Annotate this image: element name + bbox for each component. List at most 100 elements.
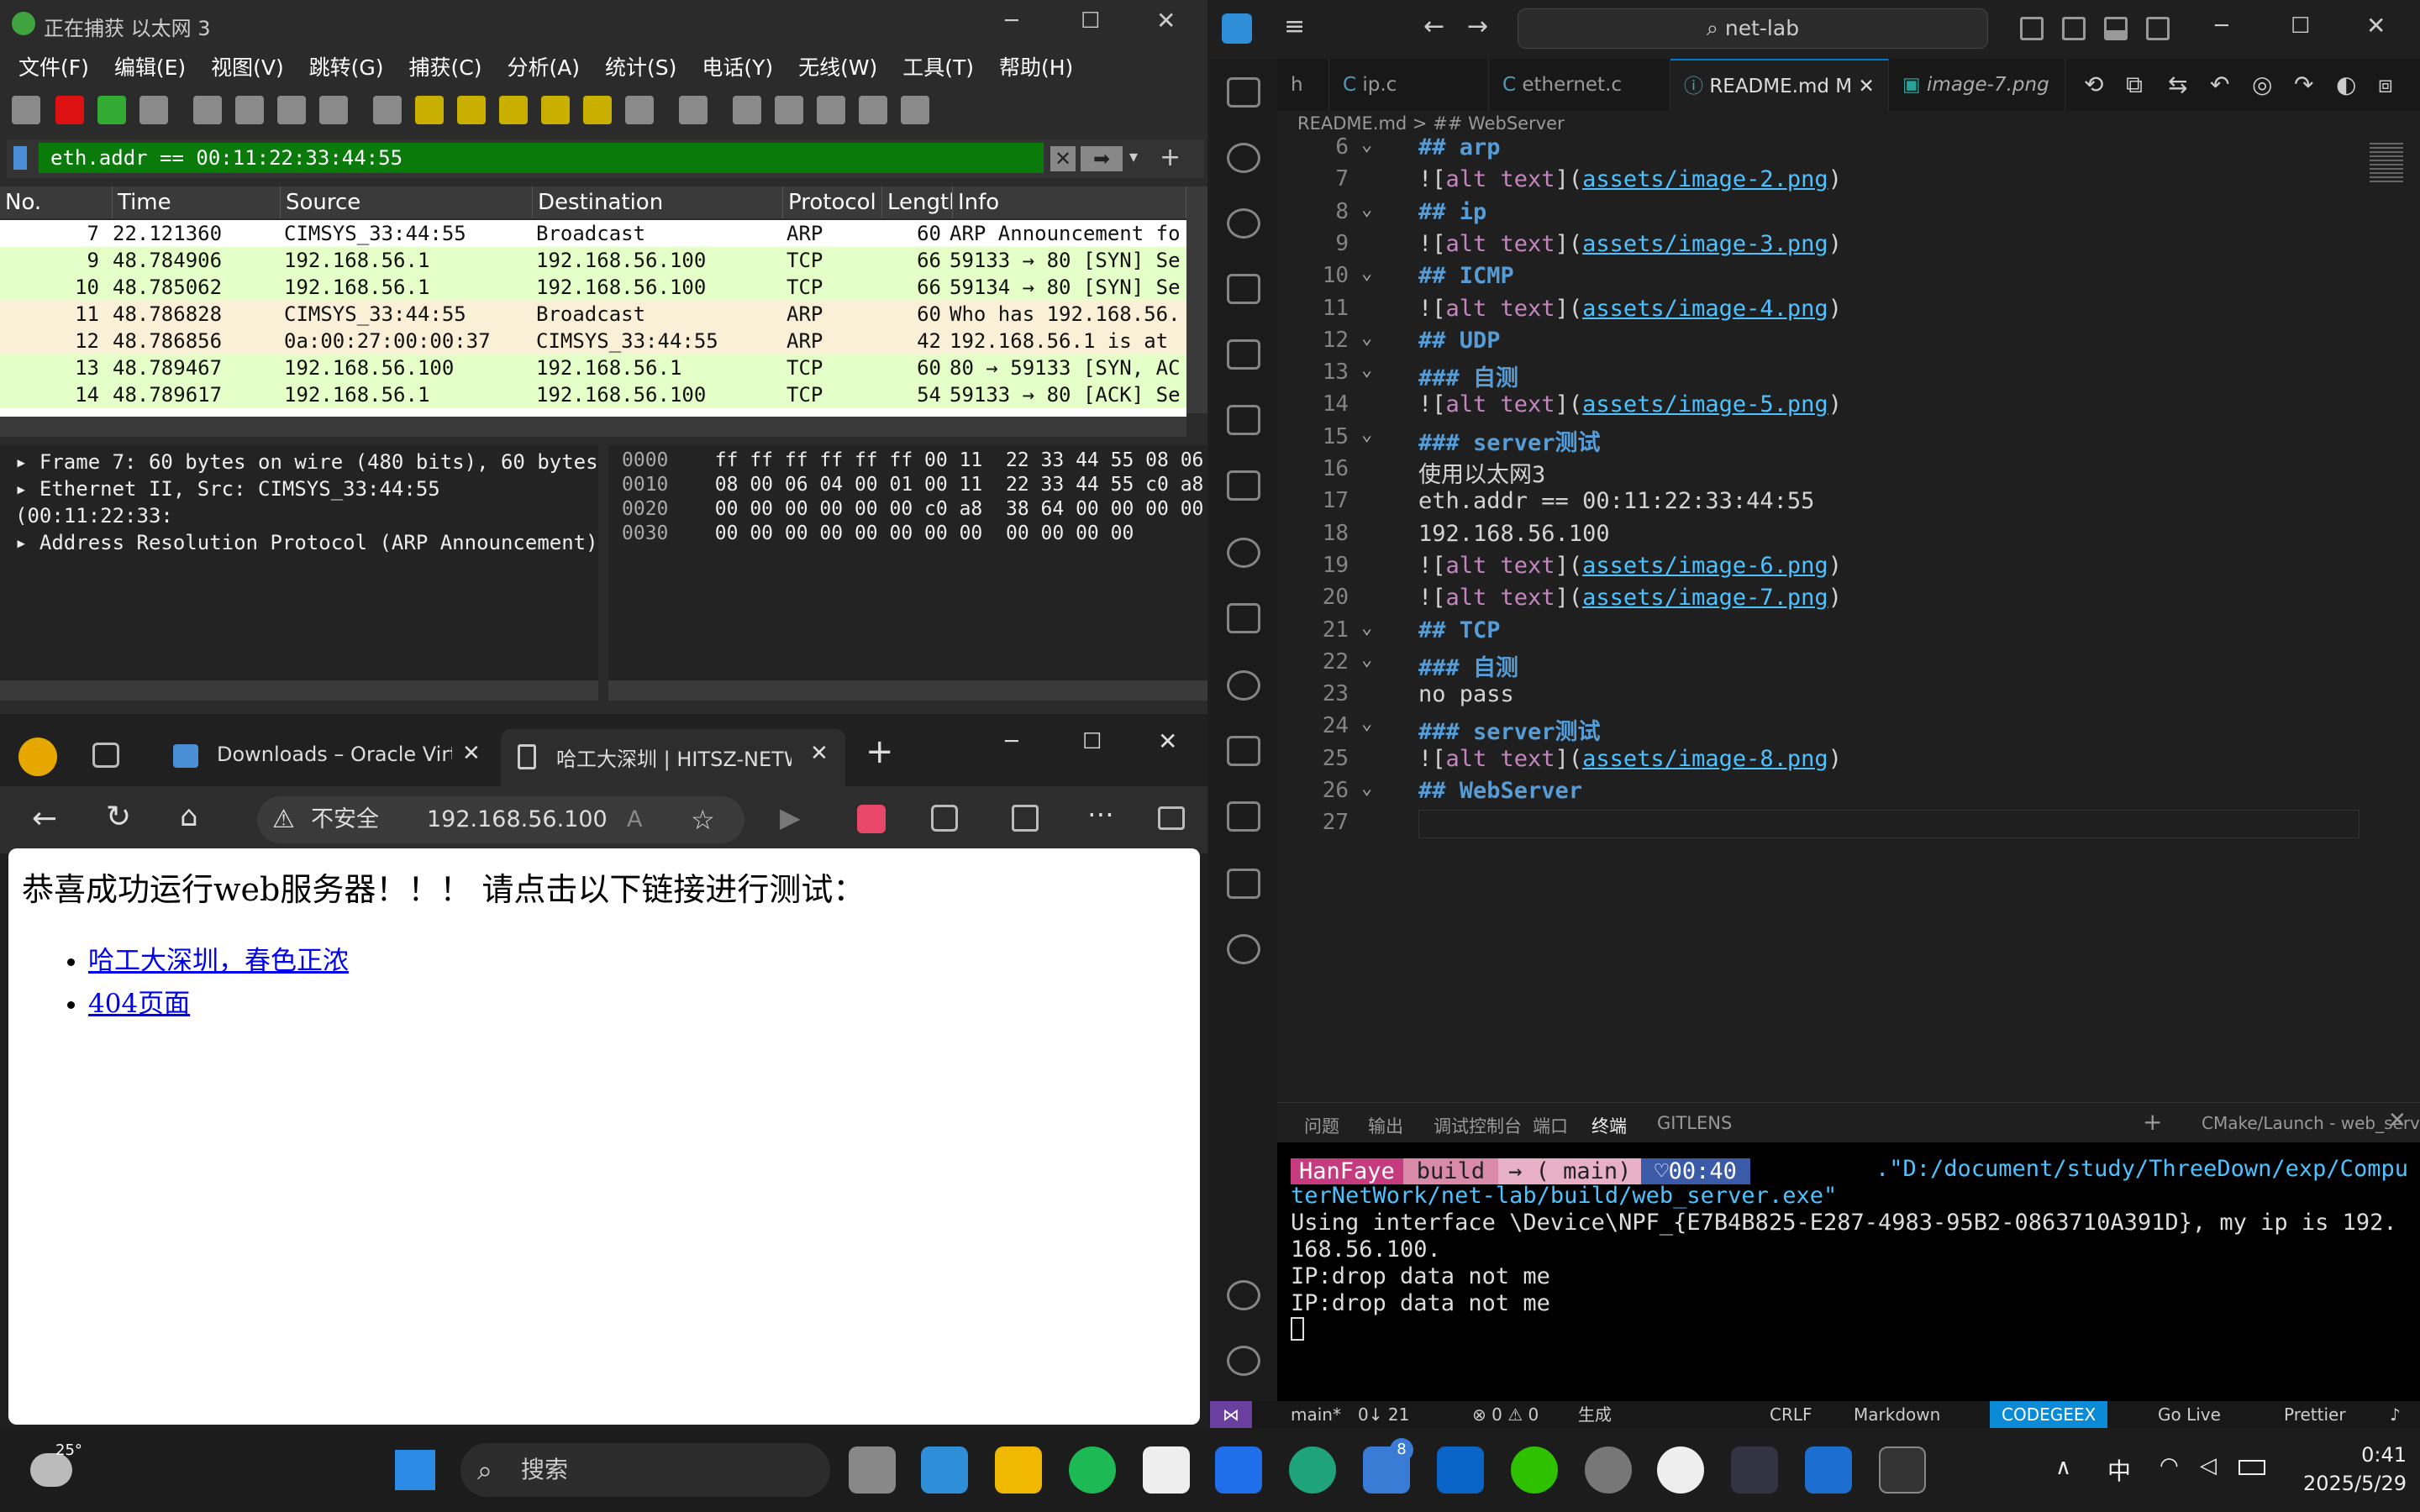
go-live-button[interactable]: Go Live [2158, 1401, 2221, 1428]
source-control-icon[interactable] [1227, 143, 1260, 173]
new-tab-icon[interactable]: + [865, 732, 894, 771]
spotify-icon[interactable] [1069, 1446, 1116, 1494]
toggle-sidebar-icon[interactable] [2062, 17, 2086, 40]
favorite-icon[interactable]: ☆ [691, 796, 715, 843]
column-length[interactable]: Length [882, 186, 953, 218]
column-no[interactable]: No. [0, 186, 113, 218]
go-back-icon[interactable] [415, 96, 444, 124]
fold-chevron-icon[interactable]: ⌄ [1361, 199, 1372, 220]
fold-chevron-icon[interactable]: ⌄ [1361, 328, 1372, 349]
hex-row[interactable]: 0030 00 00 00 00 00 00 00 00 00 00 00 00 [622, 522, 1203, 546]
bookmark-icon[interactable] [13, 146, 27, 170]
terminal-taskbar-icon[interactable] [1879, 1446, 1926, 1494]
explorer-icon[interactable] [1227, 77, 1260, 108]
packet-row[interactable]: 7 22.121360 CIMSYS_33:44:55 Broadcast ARP 60 A… [0, 220, 1186, 247]
close-icon[interactable]: ✕ [1158, 727, 1177, 755]
menu-file[interactable]: 文件(F) [18, 49, 89, 87]
edge-taskbar-icon[interactable] [1289, 1446, 1336, 1494]
zoom-normal-icon[interactable] [817, 96, 845, 124]
cat-app-icon[interactable] [1731, 1446, 1778, 1494]
code-line[interactable]: ![alt text](assets/image-2.png) [1418, 166, 1842, 192]
sync-indicator[interactable]: 0↓ 21 [1358, 1401, 1409, 1428]
tab-image-7[interactable]: ▣ image-7.png [1889, 59, 2065, 111]
manage-gear-icon[interactable] [1227, 1346, 1260, 1376]
restart-capture-icon[interactable] [97, 96, 126, 124]
forward-icon[interactable]: → [1467, 12, 1488, 41]
display-filter-input[interactable]: eth.addr == 00:11:22:33:44:55 [39, 143, 1044, 173]
clock-time[interactable]: 0:41 [2323, 1443, 2407, 1467]
more-icon[interactable]: ⋯ [1087, 798, 1114, 830]
wifi-icon[interactable]: ◠ [2160, 1453, 2179, 1478]
tab-gitlens[interactable]: GITLENS [1657, 1113, 1732, 1133]
editor-area[interactable]: 6 ⌄ ## arp 7 ![alt text](assets/image-2.png)… [1277, 134, 2420, 1100]
preview-icon[interactable]: ◐ [2336, 71, 2356, 98]
file-explorer-icon[interactable] [995, 1446, 1042, 1494]
tab-downloads[interactable]: Downloads – Oracle Virtua [217, 743, 452, 766]
home-icon[interactable]: ⌂ [180, 800, 198, 833]
menu-go[interactable]: 跳转(G) [309, 49, 384, 87]
layout-icon[interactable] [901, 96, 929, 124]
prettier-button[interactable]: Prettier [2284, 1401, 2346, 1428]
close-tab-icon[interactable]: ✕ [1858, 76, 1874, 97]
codegeex-button[interactable]: CODEGEEX [1990, 1401, 2108, 1428]
battery-icon[interactable] [2238, 1460, 2265, 1475]
fold-chevron-icon[interactable]: ⌄ [1361, 263, 1372, 284]
split-screen-icon[interactable] [1012, 805, 1039, 832]
back-icon[interactable]: ← [1423, 12, 1444, 41]
menu-statistics[interactable]: 统计(S) [605, 49, 676, 87]
zoom-in-icon[interactable] [733, 96, 761, 124]
menu-icon[interactable]: ≡ [1284, 12, 1305, 41]
settings-icon[interactable] [1585, 1446, 1632, 1494]
insecure-label[interactable]: 不安全 [311, 796, 379, 843]
codegeex-icon[interactable] [1227, 736, 1260, 766]
ime-indicator[interactable]: 中 [2107, 1453, 2131, 1487]
code-line[interactable]: ![alt text](assets/image-7.png) [1418, 585, 1842, 611]
column-destination[interactable]: Destination [533, 186, 783, 218]
bytes-hscrollbar[interactable] [608, 680, 1207, 701]
build-button[interactable]: 生成 [1578, 1401, 1612, 1428]
testing-icon[interactable] [1227, 470, 1260, 501]
detail-row[interactable]: ▸ Frame 7: 60 bytes on wire (480 bits), … [15, 449, 598, 475]
tab-readme[interactable]: ⓘ README.md M ✕ [1670, 59, 1889, 111]
menu-tools[interactable]: 工具(T) [902, 49, 974, 87]
task-view-icon[interactable] [849, 1446, 896, 1494]
tab-h[interactable]: h [1277, 59, 1329, 111]
wechat-icon[interactable] [1511, 1446, 1558, 1494]
qq-icon[interactable] [1657, 1446, 1704, 1494]
column-source[interactable]: Source [281, 186, 533, 218]
refresh-icon[interactable]: ↻ [106, 800, 131, 834]
layout-icon[interactable] [2020, 17, 2044, 40]
terminal-task-label[interactable]: CMake/Launch - web_server - build [2202, 1113, 2420, 1133]
code-line[interactable]: ![alt text](assets/image-5.png) [1418, 391, 1842, 417]
apply-filter-icon[interactable]: ➡ [1081, 146, 1123, 171]
tab-ports[interactable]: 端口 [1533, 1113, 1568, 1138]
code-line[interactable]: ![alt text](assets/image-4.png) [1418, 296, 1842, 322]
cmake-icon[interactable] [1227, 603, 1260, 633]
fold-chevron-icon[interactable]: ⌄ [1361, 617, 1372, 638]
code-line[interactable] [1418, 810, 2360, 839]
packet-row[interactable]: 11 48.786828 CIMSYS_33:44:55 Broadcast ARP 60… [0, 301, 1186, 328]
code-line[interactable]: ## arp [1418, 134, 1501, 160]
code-line[interactable]: ### 自测 [1418, 649, 1518, 682]
resize-columns-icon[interactable] [859, 96, 887, 124]
typora-icon[interactable] [1143, 1446, 1190, 1494]
code-line[interactable]: 使用以太网3 [1418, 456, 1545, 489]
vscode-taskbar-icon[interactable] [921, 1446, 968, 1494]
hitsz-link[interactable]: 哈工大深圳，春色正浓 [88, 946, 349, 976]
tab-output[interactable]: 输出 [1368, 1113, 1403, 1138]
eol-indicator[interactable]: CRLF [1770, 1401, 1812, 1428]
menu-analyze[interactable]: 分析(A) [507, 49, 580, 87]
capture-options-icon[interactable] [139, 96, 168, 124]
tab-hitsz[interactable]: 哈工大深圳 | HITSZ-NETW ✕ [501, 729, 845, 786]
colorize-icon[interactable] [679, 96, 708, 124]
breadcrumb[interactable]: README.md > ## WebServer [1277, 111, 2420, 136]
close-tab-icon[interactable]: ✕ [810, 741, 829, 766]
tab-terminal[interactable]: 终端 [1591, 1113, 1627, 1145]
code-line[interactable]: ## WebServer [1418, 778, 1582, 804]
column-protocol[interactable]: Protocol [783, 186, 882, 218]
code-line[interactable]: no pass [1418, 681, 1514, 707]
profile-avatar[interactable] [18, 738, 57, 776]
minimize-icon[interactable]: ─ [2215, 13, 2228, 39]
run-debug-icon[interactable] [1227, 274, 1260, 304]
code-line[interactable]: ## TCP [1418, 617, 1501, 643]
